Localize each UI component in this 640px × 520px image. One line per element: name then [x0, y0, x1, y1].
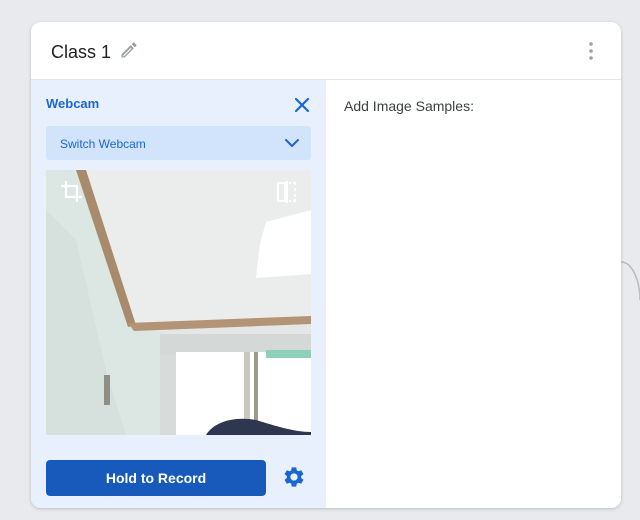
webcam-image [46, 170, 311, 435]
flip-horizontal-icon[interactable] [276, 180, 298, 204]
class-card: Class 1 Webcam Switch Webcam Hold to Rec… [31, 22, 621, 508]
webcam-panel: Webcam Switch Webcam Hold to Record [31, 80, 326, 508]
webcam-label: Webcam [46, 96, 100, 111]
crop-icon[interactable] [60, 180, 84, 204]
more-vert-icon[interactable] [581, 40, 601, 62]
pencil-icon[interactable] [119, 40, 139, 60]
hold-to-record-button[interactable]: Hold to Record [46, 460, 266, 496]
image-samples-panel: Add Image Samples: [326, 80, 621, 508]
chevron-down-icon [284, 135, 300, 151]
webcam-feed [46, 170, 311, 435]
switch-webcam-select[interactable]: Switch Webcam [46, 126, 311, 160]
class-name-title[interactable]: Class 1 [51, 42, 111, 63]
class-card-header: Class 1 [31, 22, 621, 80]
switch-webcam-label: Switch Webcam [60, 137, 146, 151]
add-image-samples-label: Add Image Samples: [344, 98, 474, 114]
gear-icon[interactable] [282, 465, 306, 489]
close-icon[interactable] [293, 96, 311, 114]
